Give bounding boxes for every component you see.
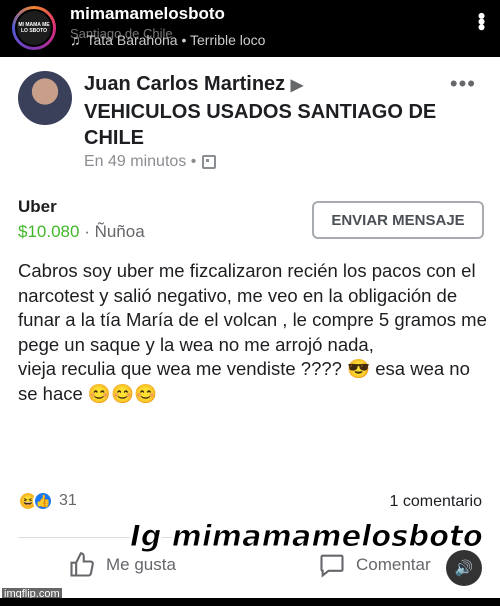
reaction-count: 31 — [59, 492, 77, 509]
thumbs-up-icon — [70, 552, 94, 577]
group-name[interactable]: VEHICULOS USADOS SANTIAGO DE CHILE — [84, 99, 444, 151]
listing-price-row: $10.080 · Ñuñoa — [18, 222, 145, 242]
reactions-summary[interactable]: 😆 👍 31 — [18, 491, 77, 511]
ig-header: MI MAMA ME LO SBOTO mimamamelosboto Sant… — [0, 0, 500, 56]
post-time: En 49 minutos • — [84, 153, 217, 171]
ig-avatar-text: MI MAMA ME LO SBOTO — [18, 22, 50, 34]
listing-location: Ñuñoa — [94, 222, 145, 241]
bottom-bar — [0, 598, 500, 606]
watermark: Ig mimamamelosboto — [130, 519, 484, 554]
group-privacy-icon — [202, 155, 217, 169]
more-options-icon[interactable]: ••• — [469, 12, 494, 29]
send-message-button[interactable]: ENVIAR MENSAJE — [312, 201, 484, 239]
author-avatar[interactable] — [18, 71, 72, 125]
post-header: Juan Carlos Martinez ▶ VEHICULOS USADOS … — [84, 71, 444, 151]
price-separator: · — [84, 222, 95, 241]
comment-label: Comentar — [356, 555, 431, 574]
ig-avatar[interactable]: MI MAMA ME LO SBOTO — [12, 6, 56, 50]
listing-price: $10.080 — [18, 222, 80, 241]
like-label: Me gusta — [106, 555, 176, 574]
ig-music-label: Tata Barahona • Terrible loco — [86, 32, 266, 48]
ig-username[interactable]: mimamamelosboto — [70, 4, 225, 24]
audio-toggle-button[interactable]: 🔊 — [446, 550, 482, 586]
ig-music[interactable]: ♫ Tata Barahona • Terrible loco — [70, 32, 265, 48]
comments-count[interactable]: 1 comentario — [390, 493, 483, 511]
music-note-icon: ♫ — [70, 32, 81, 48]
listing-title: Uber — [18, 197, 57, 216]
arrow-right-icon: ▶ — [290, 77, 304, 94]
speaker-icon: 🔊 — [454, 560, 474, 577]
post-body: Cabros soy uber me fizcalizaron recién l… — [18, 260, 487, 404]
post-time-label: En 49 minutos • — [84, 153, 197, 170]
comment-icon — [320, 554, 344, 578]
like-button[interactable]: Me gusta — [68, 551, 176, 579]
post-menu-icon[interactable]: ••• — [450, 71, 476, 97]
like-reaction-icon: 👍 — [33, 491, 53, 511]
facebook-post-card: Juan Carlos Martinez ▶ VEHICULOS USADOS … — [0, 57, 500, 598]
comment-button[interactable]: Comentar — [318, 551, 431, 579]
author-name[interactable]: Juan Carlos Martinez — [84, 73, 285, 95]
